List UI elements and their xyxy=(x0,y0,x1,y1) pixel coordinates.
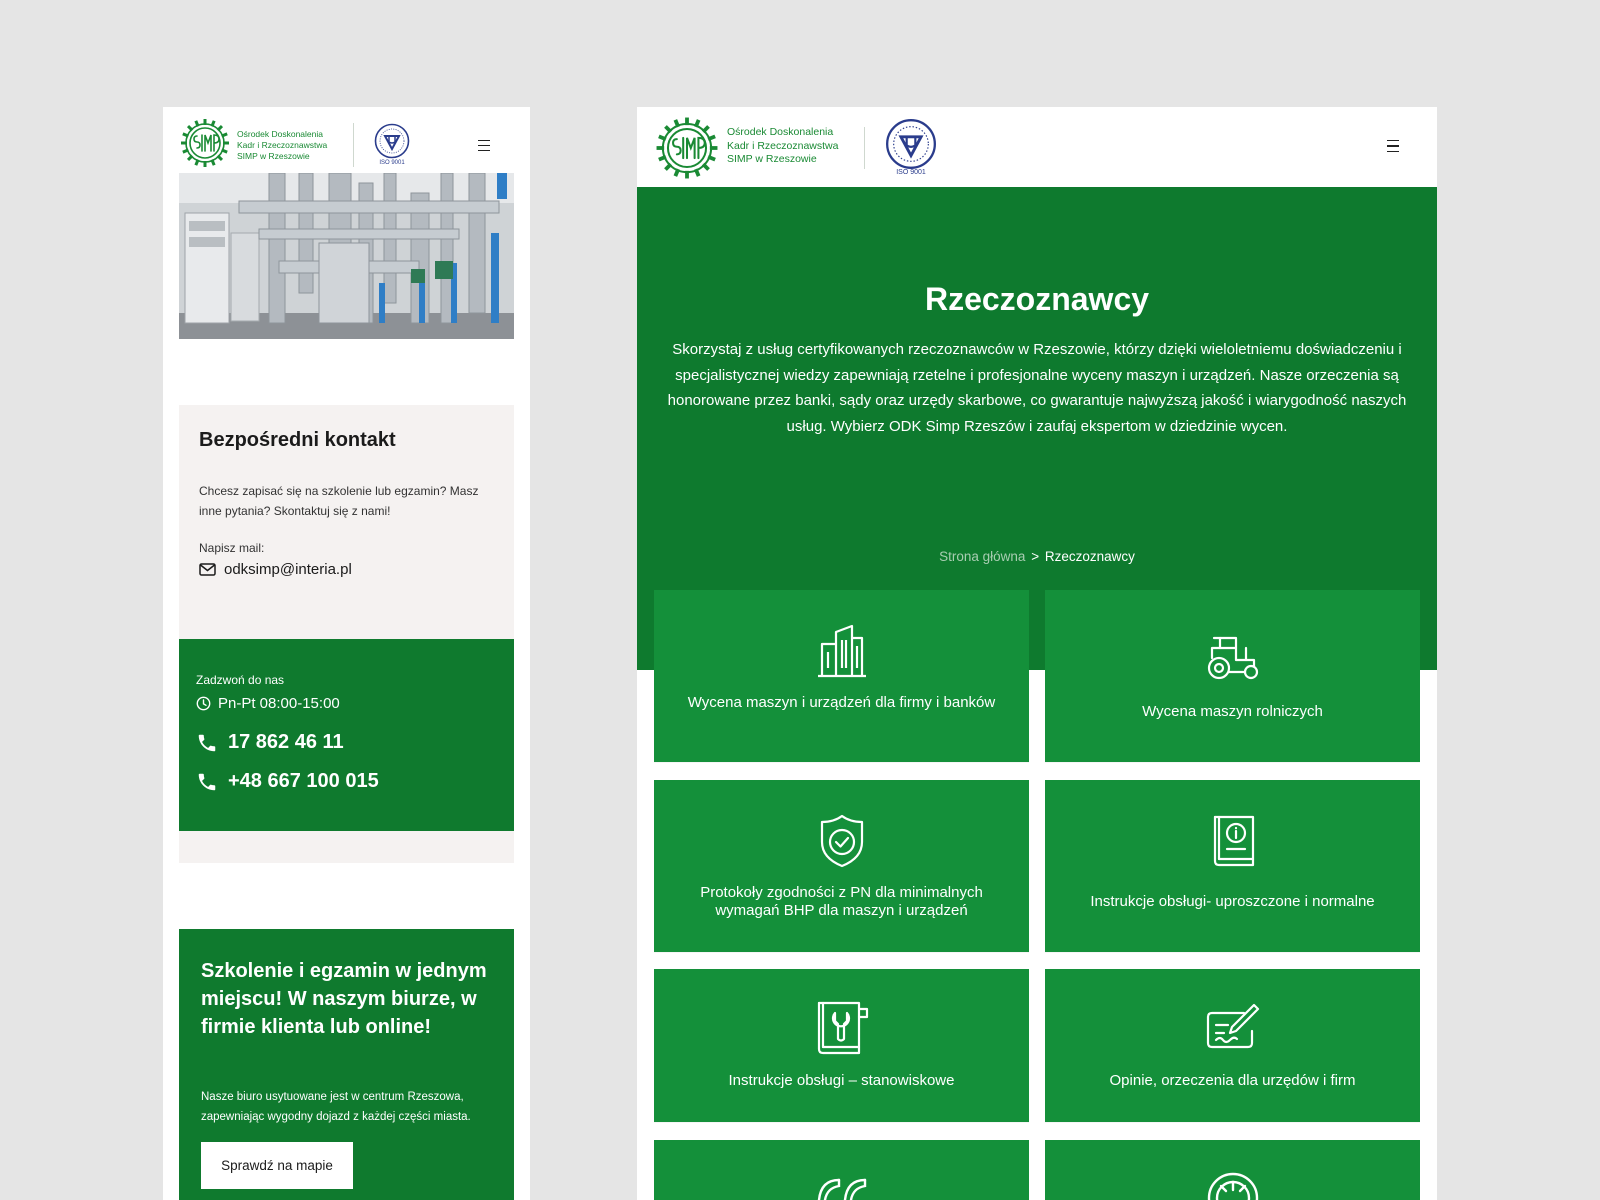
phone-icon xyxy=(198,773,216,790)
mobile-preview-frame: Ośrodek Doskonalenia Kadr i Rzeczoznawst… xyxy=(163,107,530,1200)
email-link[interactable]: odksimp@interia.pl xyxy=(199,561,352,578)
brand-line-2: Kadr i Rzeczoznawstwa xyxy=(727,139,839,152)
contact-intro-text: Chcesz zapisać się na szkolenie lub egza… xyxy=(199,484,479,518)
shield-check-icon xyxy=(820,814,863,868)
iso-caption: ISO 9001 xyxy=(896,169,926,176)
service-card-compliance-protocols[interactable]: Protokoły zgodności z PN dla minimalnych… xyxy=(654,780,1029,952)
phone-number-1: 17 862 46 11 xyxy=(228,731,344,753)
wrench-book-icon xyxy=(817,1001,868,1055)
header-divider xyxy=(353,123,354,167)
brand-name-text: Ośrodek Doskonalenia Kadr i Rzeczoznawst… xyxy=(727,126,838,167)
breadcrumb-current: Rzeczoznawcy xyxy=(1044,549,1135,564)
brand-line-3: SIMP w Rzeszowie xyxy=(727,153,817,166)
service-card-opinions[interactable]: Opinie, orzeczenia dla urzędów i firm xyxy=(1045,969,1420,1122)
simp-gear-logo-icon[interactable] xyxy=(654,115,720,181)
card-title: Protokoły zgodności z PN dla minimalnych… xyxy=(700,884,983,919)
boiler-room-photo xyxy=(179,173,514,339)
envelope-icon xyxy=(199,563,216,576)
card-title: Opinie, orzeczenia dla urzędów i firm xyxy=(1109,1072,1356,1089)
card-title: Instrukcje obsługi – stanowiskowe xyxy=(728,1072,955,1089)
brand-line-1: Ośrodek Doskonalenia xyxy=(237,129,323,139)
service-card-valuation-agricultural[interactable]: Wycena maszyn rolniczych xyxy=(1045,590,1420,762)
menu-hamburger-button[interactable] xyxy=(478,140,490,151)
udt-cert-badge-icon xyxy=(374,123,410,159)
tractor-icon xyxy=(1207,636,1258,680)
mobile-header: Ośrodek Doskonalenia Kadr i Rzeczoznawst… xyxy=(179,113,514,173)
phone-link-2[interactable]: +48 667 100 015 xyxy=(196,770,379,793)
service-card-7[interactable] xyxy=(654,1140,1029,1200)
desktop-preview-frame: Ośrodek Doskonalenia Kadr i Rzeczoznawst… xyxy=(637,107,1437,1200)
card-title: Wycena maszyn rolniczych xyxy=(1142,703,1323,720)
gauge-icon xyxy=(1207,1172,1258,1200)
brand-line-2: Kadr i Rzeczoznawstwa xyxy=(237,140,328,151)
boiler-room-illustration xyxy=(179,173,514,339)
promo-title: Szkolenie i egzamin w jednym miejscu! W … xyxy=(201,960,487,1038)
menu-hamburger-button[interactable] xyxy=(1387,140,1399,152)
brand-line-1: Ośrodek Doskonalenia xyxy=(727,126,834,138)
hero-description: Skorzystaj z usług certyfikowanych rzecz… xyxy=(667,341,1407,435)
call-label: Zadzwoń do nas xyxy=(196,673,285,687)
breadcrumb: Strona główna > Rzeczoznawcy xyxy=(637,549,1437,564)
card-title: Wycena maszyn i urządzeń dla firmy i ban… xyxy=(687,694,996,711)
breadcrumb-home-link[interactable]: Strona główna xyxy=(939,549,1025,564)
phone-link-1[interactable]: 17 862 46 11 xyxy=(196,731,344,754)
call-us-panel: Zadzwoń do nas Pn-Pt 08:00-15:00 17 862 … xyxy=(179,639,514,831)
office-hours-text: Pn-Pt 08:00-15:00 xyxy=(218,695,340,712)
signature-icon xyxy=(1206,1003,1259,1049)
card-title: Instrukcje obsługi- uproszczone i normal… xyxy=(1090,893,1375,910)
service-card-8[interactable] xyxy=(1045,1140,1420,1200)
udt-cert-badge-icon xyxy=(886,119,936,169)
page-title: Rzeczoznawcy xyxy=(924,281,1150,317)
manual-book-icon xyxy=(1213,815,1254,867)
training-promo-panel: Szkolenie i egzamin w jednym miejscu! W … xyxy=(179,929,514,1200)
service-card-workstation-manuals[interactable]: Instrukcje obsługi – stanowiskowe xyxy=(654,969,1029,1122)
breadcrumb-separator: > xyxy=(1031,549,1040,564)
iso-caption: ISO 9001 xyxy=(379,160,405,166)
brand-name-text: Ośrodek Doskonalenia Kadr i Rzeczoznawst… xyxy=(237,129,327,162)
simp-gear-logo-icon[interactable] xyxy=(179,117,231,169)
email-address: odksimp@interia.pl xyxy=(224,561,352,578)
promo-text: Nasze biuro usytuowane jest w centrum Rz… xyxy=(201,1091,471,1123)
check-map-button[interactable]: Sprawdź na mapie xyxy=(201,1142,353,1189)
phone-icon xyxy=(198,734,216,751)
service-card-manuals[interactable]: Instrukcje obsługi- uproszczone i normal… xyxy=(1045,780,1420,952)
clock-icon xyxy=(196,696,211,711)
brand-line-3: SIMP w Rzeszowie xyxy=(237,151,310,162)
quote-icon xyxy=(817,1178,866,1200)
building-icon xyxy=(817,624,866,678)
desktop-header: Ośrodek Doskonalenia Kadr i Rzeczoznawst… xyxy=(637,107,1437,187)
phone-number-2: +48 667 100 015 xyxy=(228,770,379,792)
header-divider xyxy=(864,127,865,169)
mail-label: Napisz mail: xyxy=(199,541,265,555)
office-hours: Pn-Pt 08:00-15:00 xyxy=(196,695,340,712)
service-card-valuation-business[interactable]: Wycena maszyn i urządzeń dla firmy i ban… xyxy=(654,590,1029,762)
contact-title: Bezpośredni kontakt xyxy=(199,429,396,451)
